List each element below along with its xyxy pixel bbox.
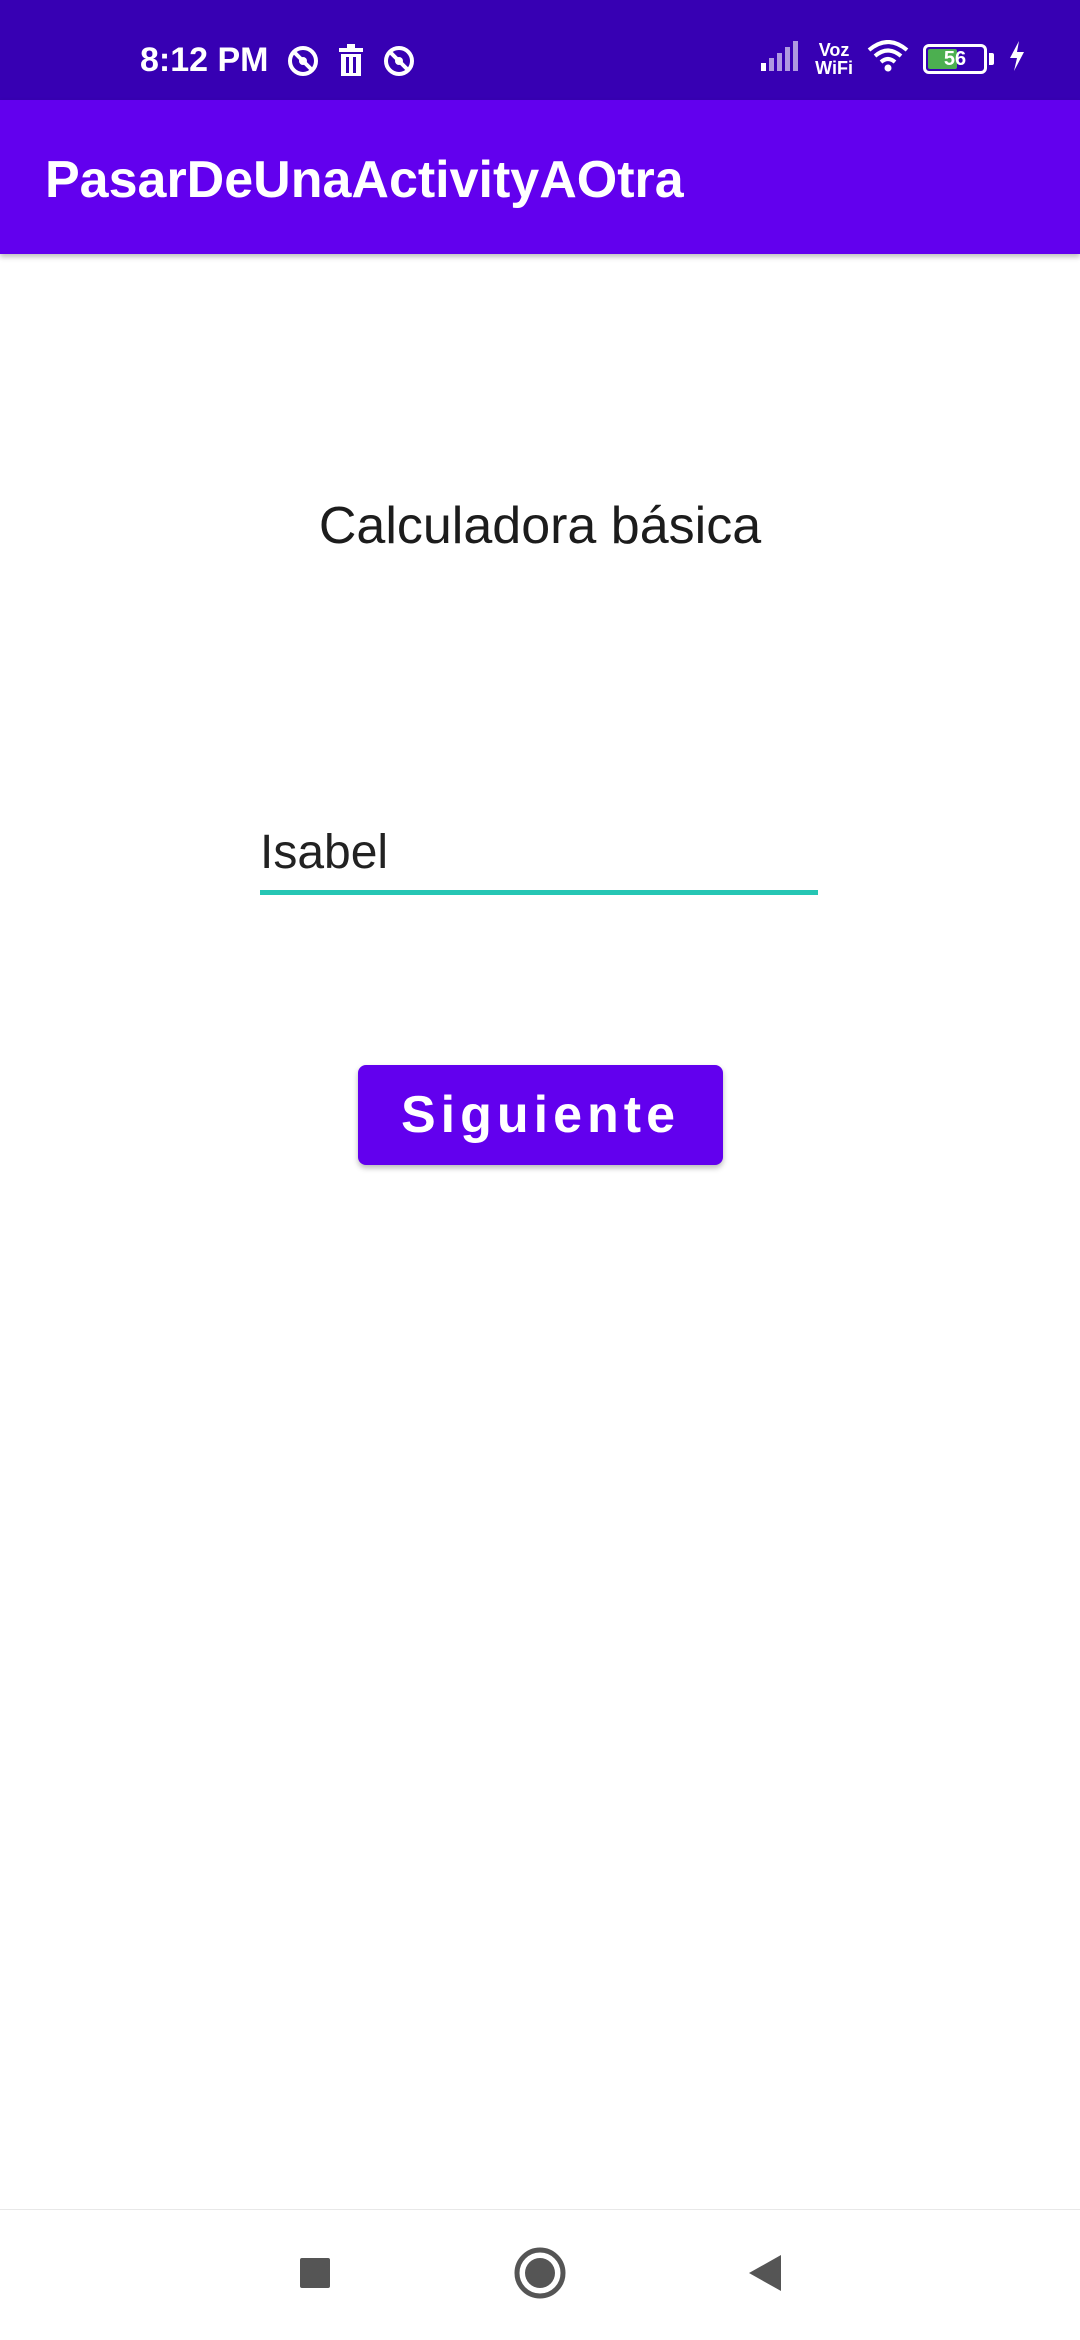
recents-button[interactable] xyxy=(285,2245,345,2305)
status-bar: 8:12 PM Voz WiFi 56 xyxy=(0,0,1080,100)
wifi-icon xyxy=(867,40,909,77)
status-notification-icons xyxy=(286,44,416,78)
battery-level: 56 xyxy=(943,47,967,70)
signal-bars-icon xyxy=(761,41,801,76)
nfc-off-icon xyxy=(382,44,416,78)
next-button[interactable]: Siguiente xyxy=(358,1065,723,1165)
battery-tip xyxy=(989,52,994,65)
app-bar: PasarDeUnaActivityAOtra xyxy=(0,100,1080,254)
navigation-bar xyxy=(0,2209,1080,2340)
square-icon xyxy=(298,2256,332,2295)
wifi-label: WiFi xyxy=(815,57,853,78)
battery-icon: 56 xyxy=(923,43,987,74)
screen: 8:12 PM Voz WiFi 56 PasarDeUnaActivityAO… xyxy=(0,0,1080,2340)
back-button[interactable] xyxy=(735,2245,795,2305)
circle-icon xyxy=(513,2246,567,2305)
page-heading: Calculadora básica xyxy=(318,497,762,555)
home-button[interactable] xyxy=(510,2245,570,2305)
trash-icon xyxy=(336,44,366,78)
triangle-back-icon xyxy=(747,2253,783,2298)
status-time: 8:12 PM xyxy=(140,41,269,79)
name-input[interactable] xyxy=(260,815,818,895)
voz-wifi-indicator: Voz WiFi xyxy=(815,41,853,77)
lightning-icon xyxy=(1008,41,1026,76)
nfc-off-icon xyxy=(286,44,320,78)
app-title: PasarDeUnaActivityAOtra xyxy=(45,151,684,209)
voz-label: Voz xyxy=(818,39,850,60)
status-system-icons: Voz WiFi 56 xyxy=(761,40,1026,77)
